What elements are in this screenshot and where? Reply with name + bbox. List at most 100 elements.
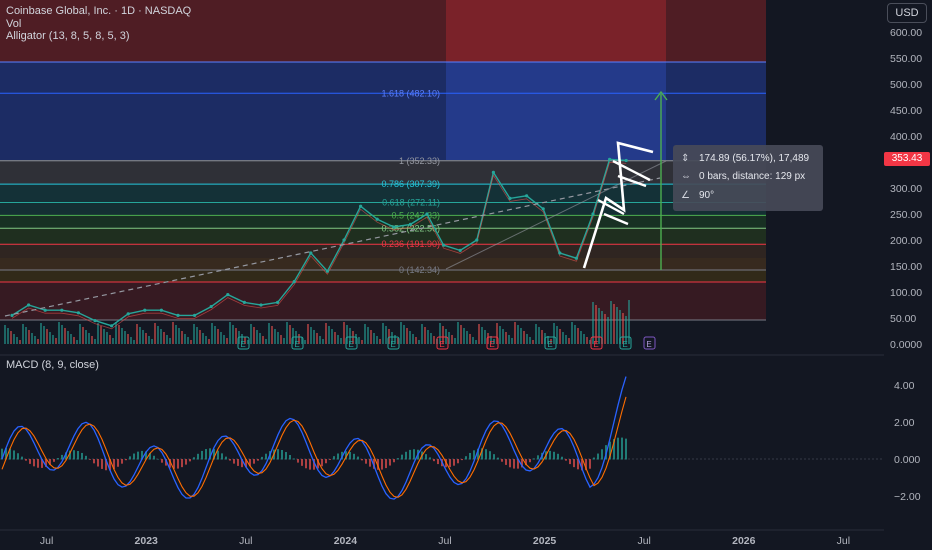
volume-bar	[139, 327, 141, 344]
currency-button[interactable]: USD	[887, 3, 927, 23]
volume-bar	[400, 322, 402, 344]
macd-histogram-bar	[589, 459, 591, 469]
volume-bar	[49, 332, 51, 344]
volume-bar	[229, 322, 231, 344]
volume-bar	[64, 328, 66, 344]
volume-bar	[517, 325, 519, 344]
volume-bar	[499, 326, 501, 344]
volume-bar	[214, 326, 216, 344]
volume-bar	[67, 331, 69, 344]
volume-bar	[280, 335, 282, 344]
volume-bar	[142, 330, 144, 344]
macd-histogram-bar	[337, 453, 339, 460]
price-point	[342, 238, 346, 242]
volume-bar	[598, 308, 600, 344]
price-point	[608, 157, 612, 161]
volume-bar	[235, 328, 237, 344]
measure-bars: 0 bars, distance: 129 px	[699, 171, 806, 182]
volume-bar	[418, 340, 420, 344]
volume-bar	[364, 324, 366, 344]
fib-label: 0 (142.34)	[399, 265, 440, 275]
macd-histogram-bar	[237, 459, 239, 466]
volume-bar	[454, 338, 456, 344]
volume-bar	[175, 325, 177, 344]
price-point	[624, 158, 628, 163]
alligator-legend[interactable]: Alligator (13, 8, 5, 8, 5, 3)	[6, 30, 130, 42]
price-point	[525, 194, 529, 198]
price-point	[176, 313, 180, 317]
volume-bar	[613, 304, 615, 344]
macd-histogram-bar	[281, 449, 283, 460]
volume-bar	[154, 323, 156, 344]
price-point	[375, 217, 379, 221]
volume-bar	[376, 336, 378, 344]
macd-histogram-bar	[177, 459, 179, 469]
time-axis-tick: 2024	[334, 535, 358, 547]
volume-bar	[148, 336, 150, 344]
volume-bar	[538, 327, 540, 344]
volume-bar	[37, 339, 39, 344]
macd-histogram-bar	[97, 459, 99, 467]
macd-histogram-bar	[485, 449, 487, 460]
earnings-marker-label: E	[390, 340, 395, 349]
chart-canvas[interactable]: 1 (352.33) 0.786 (307.39) 0.618 (272.11) 0.…	[0, 0, 932, 550]
volume-bar	[472, 337, 474, 344]
volume-bar	[265, 339, 267, 344]
macd-histogram-bar	[89, 459, 91, 460]
fib-extension-label: 1.618 (482.10)	[381, 88, 440, 98]
volume-bar	[19, 340, 21, 344]
volume-bar	[532, 340, 534, 344]
earnings-marker-label: E	[439, 340, 444, 349]
macd-signal-line	[1, 396, 627, 498]
macd-histogram-bar	[569, 459, 571, 465]
price-point	[574, 256, 579, 260]
macd-histogram-bar	[561, 456, 563, 460]
volume-bar	[319, 336, 321, 344]
price-axis-tick: 550.00	[890, 53, 922, 65]
volume-bar	[370, 330, 372, 344]
volume-bar	[406, 328, 408, 344]
macd-histogram-bar	[437, 459, 439, 465]
macd-histogram-bar	[277, 449, 279, 460]
price-point	[491, 170, 495, 174]
macd-histogram-bar	[533, 458, 535, 460]
volume-bar	[112, 338, 114, 344]
fib-label: 0.5 (247.33)	[391, 210, 440, 220]
volume-bar	[232, 325, 234, 344]
macd-histogram-bar	[225, 456, 227, 460]
volume-bar	[181, 331, 183, 344]
symbol-title[interactable]: Coinbase Global, Inc. · 1D · NASDAQ	[6, 5, 191, 17]
volume-bar	[7, 328, 9, 344]
volume-bar	[199, 330, 201, 344]
macd-histogram-bar	[197, 453, 199, 460]
macd-histogram-bar	[157, 458, 159, 460]
macd-axis-tick: 2.00	[894, 417, 915, 429]
angle-icon: ∠	[681, 190, 690, 201]
macd-histogram-bar	[549, 450, 551, 460]
volume-bar	[616, 307, 618, 344]
earnings-marker-label: E	[622, 340, 627, 349]
volume-bar	[412, 334, 414, 344]
volume-bar	[577, 328, 579, 344]
macd-histogram-bar	[261, 456, 263, 460]
volume-bar	[94, 339, 96, 344]
macd-histogram-bar	[193, 457, 195, 460]
volume-bar	[583, 334, 585, 344]
price-axis-tick: 400.00	[890, 131, 922, 143]
macd-histogram-bar	[325, 459, 327, 464]
volume-bar	[580, 331, 582, 344]
volume-legend[interactable]: Vol	[6, 18, 21, 30]
macd-histogram-bar	[329, 459, 331, 460]
price-range-icon: ⇕	[681, 153, 690, 164]
earnings-marker-label: E	[646, 340, 651, 349]
volume-bar	[208, 339, 210, 344]
price-point	[458, 248, 462, 252]
macd-legend[interactable]: MACD (8, 9, close)	[6, 359, 99, 371]
macd-histogram-bar	[409, 449, 411, 460]
volume-bar	[520, 328, 522, 344]
volume-bar	[427, 330, 429, 344]
earnings-marker-label: E	[294, 340, 299, 349]
time-axis-tick: Jul	[40, 535, 53, 547]
time-axis-tick: Jul	[438, 535, 451, 547]
price-point	[110, 324, 114, 328]
